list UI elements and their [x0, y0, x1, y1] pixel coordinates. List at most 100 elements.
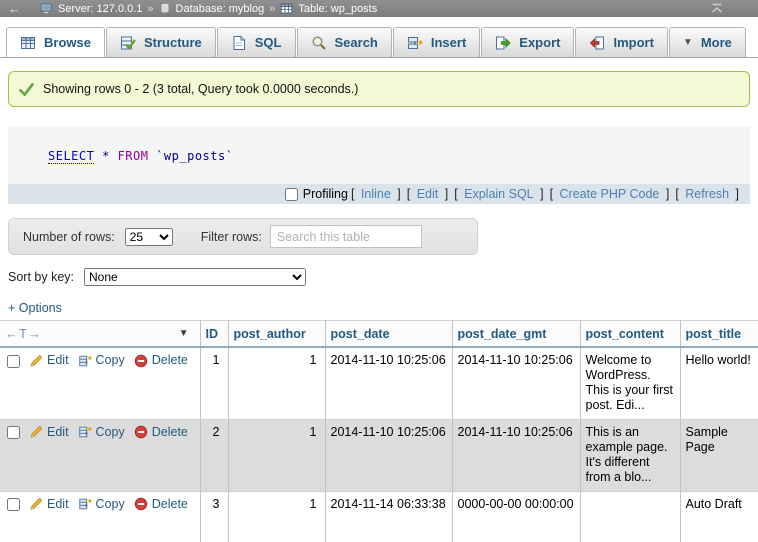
bracket: [ [407, 187, 414, 201]
cell-post-date[interactable]: 2014-11-10 10:25:06 [325, 419, 452, 491]
cell-post-author[interactable]: 1 [228, 347, 325, 419]
copy-link[interactable]: Copy [78, 425, 125, 440]
cell-post-content[interactable] [580, 491, 680, 542]
delete-link[interactable]: Delete [134, 425, 188, 440]
browse-icon [20, 35, 36, 51]
tab-export[interactable]: Export [481, 27, 574, 57]
sql-icon [231, 35, 247, 51]
insert-icon [407, 35, 423, 51]
profiling-checkbox[interactable] [285, 188, 298, 201]
server-icon [40, 2, 53, 15]
cell-id[interactable]: 2 [200, 419, 228, 491]
cell-post-date[interactable]: 2014-11-10 10:25:06 [325, 347, 452, 419]
bracket: ] [394, 187, 401, 201]
tab-more[interactable]: ▼ More [669, 27, 746, 57]
tab-label: Import [613, 35, 653, 50]
collapse-icon[interactable] [710, 3, 724, 14]
profiling-links: [ Inline ] [ Edit ] [ Explain SQL ] [ Creat… [348, 187, 742, 201]
actions-header: ←T→ ▼ [0, 321, 200, 348]
tab-label: Insert [431, 35, 466, 50]
copy-link[interactable]: Copy [78, 353, 125, 368]
row-checkbox[interactable] [7, 426, 20, 439]
tab-insert[interactable]: Insert [393, 27, 480, 57]
column-header-post-author[interactable]: post_author [228, 321, 325, 348]
cell-post-title[interactable]: Auto Draft [680, 491, 758, 542]
status-message-text: Showing rows 0 - 2 (3 total, Query took … [43, 82, 358, 96]
cell-post-date[interactable]: 2014-11-14 06:33:38 [325, 491, 452, 542]
column-header-post-content[interactable]: post_content [580, 321, 680, 348]
edit-link[interactable]: Edit [29, 425, 69, 440]
table-icon [280, 2, 293, 15]
bracket: ] [732, 187, 739, 201]
tab-import[interactable]: Import [575, 27, 667, 57]
tab-structure[interactable]: Structure [106, 27, 216, 57]
database-icon [159, 2, 171, 15]
cell-post-author[interactable]: 1 [228, 419, 325, 491]
bracket: ] [441, 187, 448, 201]
profiling-link-edit[interactable]: Edit [417, 187, 439, 201]
sql-table-ref: `wp_posts` [156, 149, 233, 163]
bracket: ] [537, 187, 544, 201]
cell-post-content[interactable]: This is an example page. It's different … [580, 419, 680, 491]
sort-by-key-label: Sort by key: [8, 270, 74, 284]
bracket: [ [351, 187, 358, 201]
filter-rows-label: Filter rows: [201, 230, 262, 244]
cell-post-content[interactable]: Welcome to WordPress. This is your first… [580, 347, 680, 419]
column-header-post-date-gmt[interactable]: post_date_gmt [452, 321, 580, 348]
sql-keyword-from: FROM [118, 149, 149, 163]
column-header-id[interactable]: ID [200, 321, 228, 348]
tab-label: SQL [255, 35, 282, 50]
row-actions-cell: Edit Copy Delete [0, 491, 200, 542]
bracket: ] [662, 187, 669, 201]
cell-post-date-gmt[interactable]: 2014-11-10 10:25:06 [452, 419, 580, 491]
profiling-link-create-php-code[interactable]: Create PHP Code [560, 187, 660, 201]
bracket: [ [675, 187, 682, 201]
row-checkbox[interactable] [7, 355, 20, 368]
row-checkbox[interactable] [7, 498, 20, 511]
breadcrumb-table[interactable]: Table: wp_posts [298, 3, 377, 15]
bracket: [ [550, 187, 557, 201]
profiling-link-inline[interactable]: Inline [361, 187, 391, 201]
edit-link[interactable]: Edit [29, 497, 69, 512]
table-body: EditCopyDelete112014-11-10 10:25:062014-… [0, 347, 758, 542]
sort-by-key-select[interactable]: None [84, 268, 306, 286]
tab-browse[interactable]: Browse [6, 27, 105, 57]
table-row: EditCopyDelete112014-11-10 10:25:062014-… [0, 347, 758, 419]
transpose-arrows[interactable]: ←T→ [5, 326, 42, 341]
sql-star: * [102, 149, 110, 163]
tab-search[interactable]: Search [297, 27, 392, 57]
column-header-post-title[interactable]: post_title [680, 321, 758, 348]
delete-link[interactable]: Delete [134, 497, 188, 512]
profiling-link-refresh[interactable]: Refresh [685, 187, 729, 201]
breadcrumb-server[interactable]: Server: 127.0.0.1 [58, 3, 142, 15]
delete-icon [134, 425, 148, 439]
tab-sql[interactable]: SQL [217, 27, 296, 57]
cell-post-date-gmt[interactable]: 0000-00-00 00:00:00 [452, 491, 580, 542]
pencil-icon [29, 354, 43, 368]
pencil-icon [29, 497, 43, 511]
filter-rows-input[interactable] [270, 225, 422, 248]
sort-row: Sort by key: None [8, 268, 758, 286]
number-of-rows-select[interactable]: 25 [125, 228, 173, 246]
cell-post-title[interactable]: Sample Page [680, 419, 758, 491]
profiling-link-explain-sql[interactable]: Explain SQL [464, 187, 533, 201]
cell-id[interactable]: 3 [200, 491, 228, 542]
copy-icon [78, 354, 92, 368]
actions-dropdown-icon[interactable]: ▼ [179, 328, 189, 339]
cell-post-title[interactable]: Hello world! [680, 347, 758, 419]
cell-post-author[interactable]: 1 [228, 491, 325, 542]
query-box: SELECT * FROM `wp_posts` Profiling [ Inl… [8, 127, 750, 204]
sql-keyword-select[interactable]: SELECT [48, 149, 94, 164]
edit-link[interactable]: Edit [29, 353, 69, 368]
cell-post-date-gmt[interactable]: 2014-11-10 10:25:06 [452, 347, 580, 419]
table-header-row: ←T→ ▼ IDpost_authorpost_datepost_date_gm… [0, 321, 758, 348]
column-header-post-date[interactable]: post_date [325, 321, 452, 348]
table-row: Edit Copy Delete 312014-11-14 06:33:380000-… [0, 491, 758, 542]
back-arrow-icon[interactable]: ← [8, 2, 21, 15]
breadcrumb: ← Server: 127.0.0.1 » Database: myblog »… [0, 0, 758, 17]
cell-id[interactable]: 1 [200, 347, 228, 419]
options-toggle-link[interactable]: + Options [8, 301, 62, 315]
copy-link[interactable]: Copy [78, 497, 125, 512]
breadcrumb-database[interactable]: Database: myblog [176, 3, 265, 15]
delete-link[interactable]: Delete [134, 353, 188, 368]
